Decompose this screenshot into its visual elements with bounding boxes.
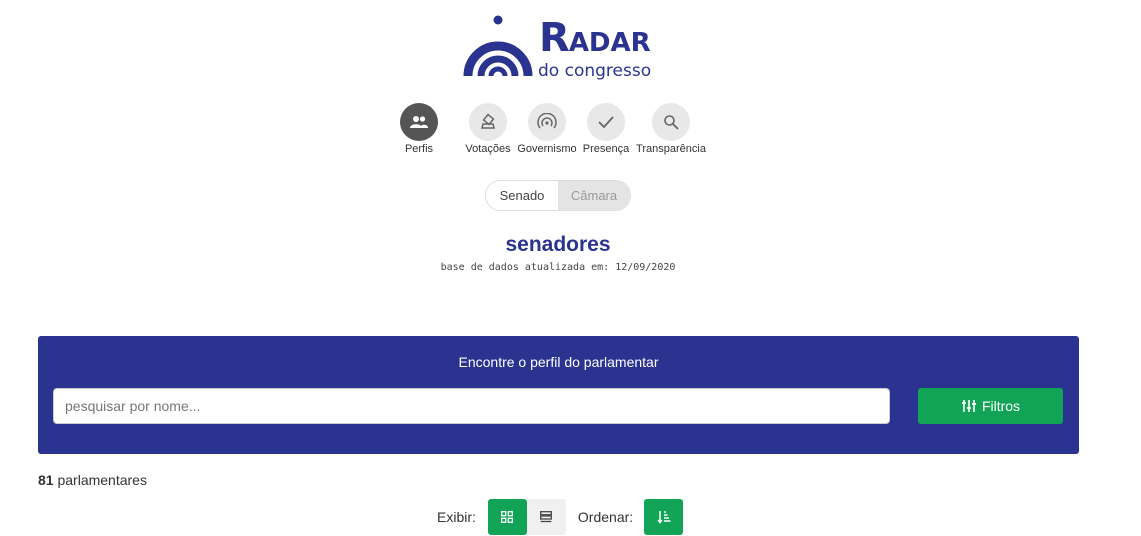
nav-item-transparencia[interactable]: Transparência (634, 103, 708, 155)
count-number: 81 (38, 472, 54, 488)
toggle-senado[interactable]: Senado (486, 181, 558, 210)
ordenar-label: Ordenar: (577, 509, 634, 525)
list-view-icon (540, 511, 553, 523)
count-label: parlamentares (57, 472, 147, 488)
nav-label: Transparência (636, 143, 706, 155)
search-input[interactable] (53, 388, 890, 424)
radar-logo-icon (463, 15, 533, 77)
nav-label: Perfis (404, 143, 434, 155)
main-nav: Perfis Votações Governismo Presença Tran… (398, 103, 708, 155)
check-icon (587, 103, 625, 141)
updated-date: base de dados atualizada em: 12/09/2020 (440, 262, 676, 273)
toggle-camara[interactable]: Câmara (558, 181, 630, 210)
page-title: senadores (505, 233, 611, 256)
ballot-icon (469, 103, 507, 141)
nav-item-governismo[interactable]: Governismo (516, 103, 578, 155)
logo-wordmark: RADAR (539, 15, 651, 61)
nav-label: Presença (582, 143, 630, 155)
sort-icon (657, 511, 671, 524)
exibir-label: Exibir: (437, 509, 476, 525)
nav-label: Governismo (517, 143, 577, 155)
nav-item-votacoes[interactable]: Votações (462, 103, 514, 155)
grid-view-button[interactable] (487, 499, 527, 535)
nav-item-presenca[interactable]: Presença (580, 103, 632, 155)
search-icon (652, 103, 690, 141)
nav-label: Votações (465, 143, 511, 155)
sort-button[interactable] (644, 499, 684, 535)
sliders-icon (961, 400, 976, 412)
search-heading: Encontre o perfil do parlamentar (458, 354, 659, 370)
search-panel: Encontre o perfil do parlamentar Filtros (38, 336, 1079, 454)
logo-subtitle: do congresso (538, 61, 652, 81)
logo[interactable]: RADAR do congresso (462, 14, 662, 82)
filters-label: Filtros (981, 398, 1021, 414)
view-controls: Exibir: Ordenar: (437, 499, 684, 535)
results-count: 81 parlamentares (38, 472, 147, 488)
list-view-button[interactable] (526, 499, 566, 535)
grid-view-icon (501, 511, 514, 523)
filters-button[interactable]: Filtros (918, 388, 1063, 424)
people-icon (400, 103, 438, 141)
house-toggle: Senado Câmara (485, 180, 631, 211)
radar-icon (528, 103, 566, 141)
nav-item-perfis[interactable]: Perfis (398, 103, 440, 155)
